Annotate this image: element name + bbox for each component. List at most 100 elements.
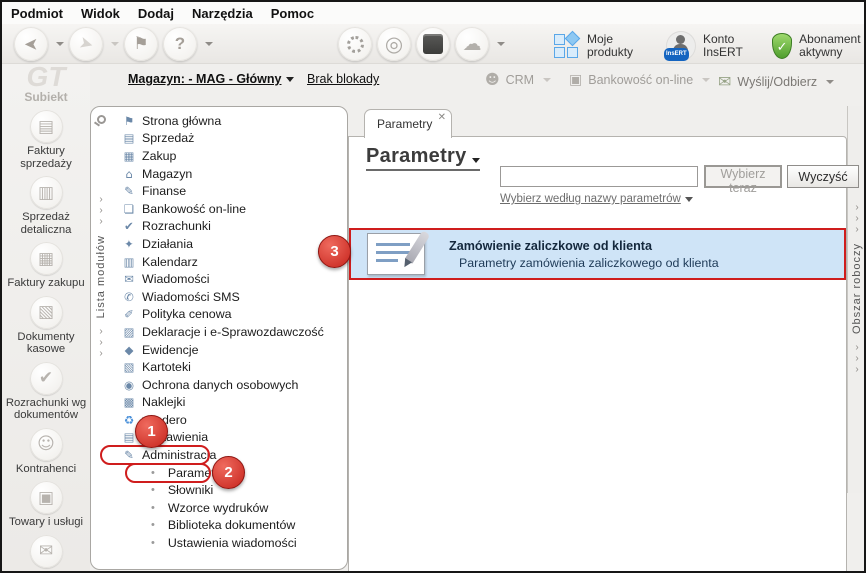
tree-item-magazyn[interactable]: ⌂ Magazyn (111, 165, 345, 183)
annotation-box-administracja (100, 445, 210, 465)
tree-item-ewidencje[interactable]: ◆ Ewidencje (111, 341, 345, 359)
wybierz-teraz-button[interactable]: Wybierz teraz (704, 165, 782, 195)
online-banking-icon: ❏ (123, 201, 135, 216)
purchase-icon: ▦ (123, 148, 135, 163)
globe-icon[interactable]: ◎ (377, 27, 411, 61)
filter-by-name-link[interactable]: Wybierz według nazwy parametrów (500, 193, 693, 205)
sales-invoices-icon: ▤ (37, 116, 55, 137)
sidebar-item-faktury-sprzedazy[interactable]: ▤ Faktury sprzedaży (2, 110, 90, 170)
crm-button[interactable]: ☻ CRM (485, 72, 552, 88)
magazyn-label: Magazyn: - MAG - Główny (128, 72, 282, 86)
sidebar-item-dokumenty-kasowe[interactable]: ▧ Dokumenty kasowe (2, 295, 90, 356)
sidebar-item-sprzedaz-detaliczna[interactable]: ▥ Sprzedaż detaliczna (2, 176, 90, 236)
back-arrow-icon[interactable]: ➤ (14, 27, 48, 61)
document-pen-icon (367, 230, 431, 275)
tree-item-bankowosc[interactable]: ❏ Bankowość on-line (111, 200, 345, 218)
wyczysc-button[interactable]: Wyczyść (787, 165, 859, 188)
flag-icon[interactable]: ⚑ (124, 27, 158, 61)
menu-pomoc[interactable]: Pomoc (271, 6, 314, 21)
bankowosc-label: Bankowość on-line (588, 73, 694, 87)
vendero-icon: ♻ (123, 412, 135, 427)
tree-item-finanse[interactable]: ✎ Finanse (111, 182, 345, 200)
konto-insert-button[interactable]: InsERT Konto InsERT (662, 29, 752, 63)
sidebar-item-wiadomosci-odebrane[interactable]: ✉ Wiadomości odebrane (2, 534, 90, 571)
tree-item-kalendarz[interactable]: ▥ Kalendarz (111, 253, 345, 271)
declarations-icon: ▨ (123, 324, 135, 339)
crm-person-icon: ☻ (485, 72, 500, 88)
parameter-search-input[interactable] (500, 166, 698, 187)
tree-item-polityka-cenowa[interactable]: ✐ Polityka cenowa (111, 306, 345, 324)
tree-item-ochrona-danych[interactable]: ◉ Ochrona danych osobowych (111, 376, 345, 394)
green-shield-check-icon: ✓ (772, 33, 793, 59)
sidebar-item-rozrachunki[interactable]: ✔ Rozrachunki wg dokumentów (2, 361, 90, 422)
tree-item-dzialania[interactable]: ✦ Działania (111, 235, 345, 253)
crm-label: CRM (505, 73, 535, 87)
page-title[interactable]: Parametry (366, 145, 480, 171)
bank-icon: ▣ (569, 72, 583, 88)
send-receive-envelope-icon: ✉ (718, 72, 732, 91)
sms-icon: ✆ (124, 289, 134, 304)
records-icon: ◆ (124, 342, 134, 357)
app-name-label: Subiekt (24, 90, 68, 104)
sidebar-item-faktury-zakupu[interactable]: ▦ Faktury zakupu (2, 242, 90, 290)
tree-item-wiadomosci-sms[interactable]: ✆ Wiadomości SMS (111, 288, 345, 306)
products-grid-icon (554, 30, 581, 59)
brak-blokady-link[interactable]: Brak blokady (307, 72, 379, 86)
help-dropdown-caret-icon[interactable] (205, 42, 213, 46)
info-bar: Magazyn: - MAG - Główny Brak blokady ☻ C… (2, 64, 864, 92)
tree-item-ustawienia-wiadomosci[interactable]: Ustawienia wiadomości (111, 534, 345, 552)
application-window: Podmiot Widok Dodaj Narzędzia Pomoc ➤ ➤ … (0, 0, 866, 573)
sidebar-item-kontrahenci[interactable]: ☺ Kontrahenci (2, 427, 90, 476)
labels-icon: ▩ (123, 395, 135, 410)
tree-item-sprzedaz[interactable]: ▤ Sprzedaż (111, 130, 345, 148)
annotation-badge-1: 1 (135, 415, 168, 448)
annotation-badge-2: 2 (212, 456, 245, 489)
konto-insert-label: Konto InsERT (703, 32, 743, 59)
cloud-database-icon[interactable]: ☁ (455, 27, 489, 61)
help-icon[interactable]: ? (163, 27, 197, 61)
back-dropdown-caret-icon[interactable] (56, 42, 64, 46)
tree-item-kartoteki[interactable]: ▧ Kartoteki (111, 358, 345, 376)
brak-blokady-label: Brak blokady (307, 72, 380, 86)
tree-item-deklaracje[interactable]: ▨ Deklaracje i e-Sprawozdawczość (111, 323, 345, 341)
menu-bar: Podmiot Widok Dodaj Narzędzia Pomoc (2, 2, 864, 24)
tab-parametry[interactable]: Parametry ✕ (364, 109, 452, 138)
tree-item-wiadomosci[interactable]: ✉ Wiadomości (111, 270, 345, 288)
sidebar-item-towary[interactable]: ▣ Towary i usługi (2, 481, 90, 529)
card-files-icon: ▧ (123, 360, 135, 375)
warehouse-icon: ⌂ (125, 166, 133, 181)
parameter-list-item-selected[interactable]: Zamówienie zaliczkowe od klienta Paramet… (349, 228, 846, 280)
forward-arrow-icon[interactable]: ➤ (69, 27, 103, 61)
purchase-invoices-icon: ▦ (37, 248, 55, 269)
bankowosc-button[interactable]: ▣ Bankowość on-line (569, 72, 711, 88)
lista-modulow-tab[interactable]: › › › Lista modułów › › › (91, 107, 111, 569)
sync-icon[interactable] (338, 27, 372, 61)
menu-podmiot[interactable]: Podmiot (11, 6, 63, 21)
tab-close-icon[interactable]: ✕ (438, 112, 446, 123)
abonament-button[interactable]: ✓ Abonament aktywny (768, 31, 864, 61)
title-dropdown-caret-icon (471, 158, 480, 163)
menu-dodaj[interactable]: Dodaj (138, 6, 174, 21)
tree-item-strona-glowna[interactable]: ⚑ Strona główna (111, 112, 345, 130)
menu-widok[interactable]: Widok (81, 6, 120, 21)
magazyn-selector[interactable]: Magazyn: - MAG - Główny (128, 72, 295, 86)
messages-icon: ✉ (124, 272, 134, 287)
moje-produkty-button[interactable]: Moje produkty (550, 30, 646, 61)
annotation-badge-3: 3 (318, 235, 351, 268)
tree-item-wzorce-wydrukow[interactable]: Wzorce wydruków (111, 499, 345, 517)
wyslij-odbierz-caret-icon (826, 79, 835, 84)
tree-item-zakup[interactable]: ▦ Zakup (111, 147, 345, 165)
tab-label: Parametry (377, 117, 433, 131)
menu-narzedzia[interactable]: Narzędzia (192, 6, 253, 21)
insert-logo-badge: InsERT (664, 48, 689, 61)
lista-modulow-label: Lista modułów (95, 235, 107, 319)
cloud-dropdown-caret-icon[interactable] (497, 42, 505, 46)
pin-search-icon[interactable] (96, 115, 106, 124)
retail-sales-icon: ▥ (37, 182, 55, 203)
wyslij-odbierz-button[interactable]: ✉ Wyślij/Odbierz (718, 72, 835, 91)
cube-icon[interactable] (416, 27, 450, 61)
tree-item-biblioteka-dokumentow[interactable]: Biblioteka dokumentów (111, 517, 345, 535)
finance-icon: ✎ (124, 184, 134, 199)
tree-item-rozrachunki[interactable]: ✔ Rozrachunki (111, 218, 345, 236)
tree-item-naklejki[interactable]: ▩ Naklejki (111, 394, 345, 412)
